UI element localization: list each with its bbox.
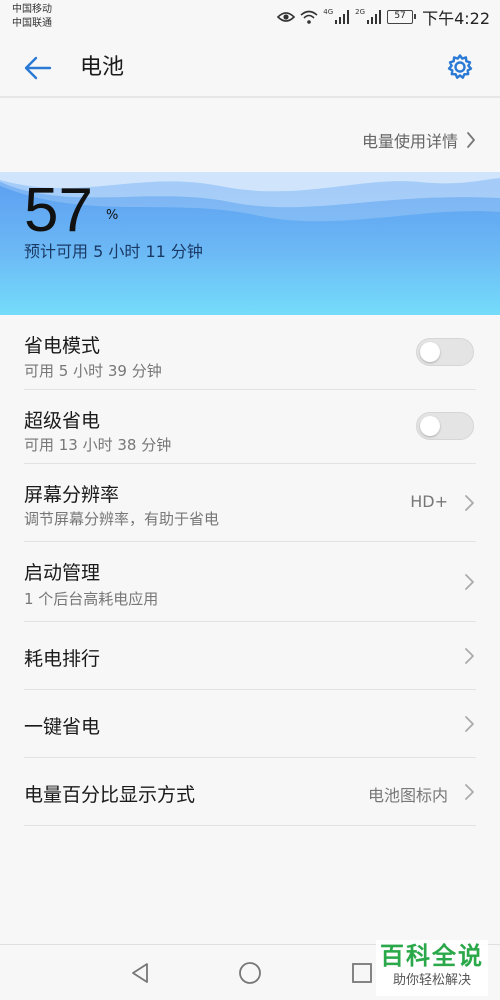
carrier-1: 中国移动 [12,4,52,15]
battery-percent-sign: % [106,208,119,223]
network-type-2: 2G [355,8,366,16]
watermark-subtitle: 助你轻松解决 [392,973,471,988]
row-value: 电池图标内 [367,786,448,805]
row-subtitle: 可用 5 小时 39 分钟 [24,362,162,380]
row-title: 屏幕分辨率 [24,484,120,506]
watermark-title: 百科全说 [380,942,484,970]
triangle-back-icon [132,963,148,983]
row-title: 超级省电 [24,410,101,432]
row-title: 耗电排行 [24,648,101,670]
row-subtitle: 可用 13 小时 38 分钟 [24,436,172,454]
carrier-2: 中国联通 [12,18,52,29]
app-bar: 电池 [0,36,500,98]
status-bar: 中国移动 中国联通 4G 2G 57 下午4:22 [0,0,500,36]
ultra-power-saving-toggle[interactable] [416,412,474,440]
chevron-right-icon [465,784,474,800]
row-title: 省电模式 [24,335,101,357]
gear-icon [447,54,473,79]
battery-percentage-display-row[interactable]: 电量百分比显示方式 电池图标内 [0,758,500,826]
nav-recents-button[interactable] [350,961,374,985]
network-type-1: 4G [323,8,334,16]
startup-manager-row[interactable]: 启动管理 1 个后台高耗电应用 [0,542,500,622]
wifi-icon [300,10,318,24]
chevron-right-icon [465,648,474,664]
signal-icon [335,10,350,24]
toggle-knob [420,342,440,362]
power-saving-mode-toggle[interactable] [416,338,474,366]
chevron-right-icon [465,574,474,590]
square-recents-icon [352,963,372,983]
usage-details-label: 电量使用详情 [361,132,458,151]
one-tap-power-saving-row[interactable]: 一键省电 [0,690,500,758]
battery-icon: 57 [387,10,417,24]
signal-icon [367,10,382,24]
chevron-right-icon [467,132,475,148]
ultra-power-saving-row[interactable]: 超级省电 可用 13 小时 38 分钟 [0,390,500,464]
toggle-knob [420,416,440,436]
row-title: 电量百分比显示方式 [24,784,196,806]
battery-remaining-time: 预计可用 5 小时 11 分钟 [24,242,203,261]
arrow-left-icon [24,56,52,80]
eye-icon [277,12,296,22]
chevron-right-icon [465,716,474,732]
divider [24,825,476,826]
chevron-right-icon [465,495,474,511]
screen-resolution-row[interactable]: 屏幕分辨率 调节屏幕分辨率，有助于省电 HD+ [0,464,500,542]
usage-details-link[interactable]: 电量使用详情 [362,126,476,154]
page-title: 电池 [80,55,125,80]
power-ranking-row[interactable]: 耗电排行 [0,622,500,690]
row-subtitle: 调节屏幕分辨率，有助于省电 [24,510,220,528]
power-saving-mode-row[interactable]: 省电模式 可用 5 小时 39 分钟 [0,318,500,390]
circle-home-icon [239,962,261,984]
settings-button[interactable] [444,51,476,83]
watermark: 百科全说 助你轻松解决 [376,940,488,996]
clock: 下午4:22 [422,9,490,28]
row-value: HD+ [410,492,448,511]
row-title: 一键省电 [24,716,101,738]
nav-home-button[interactable] [238,961,262,985]
battery-status-card: 57 % 预计可用 5 小时 11 分钟 [0,172,500,315]
back-button[interactable] [22,52,54,84]
battery-percent: 57 [24,176,93,245]
status-icons: 4G 2G 57 下午4:22 [277,6,490,28]
row-subtitle: 1 个后台高耗电应用 [24,590,159,608]
nav-back-button[interactable] [128,961,152,985]
row-title: 启动管理 [24,562,101,584]
